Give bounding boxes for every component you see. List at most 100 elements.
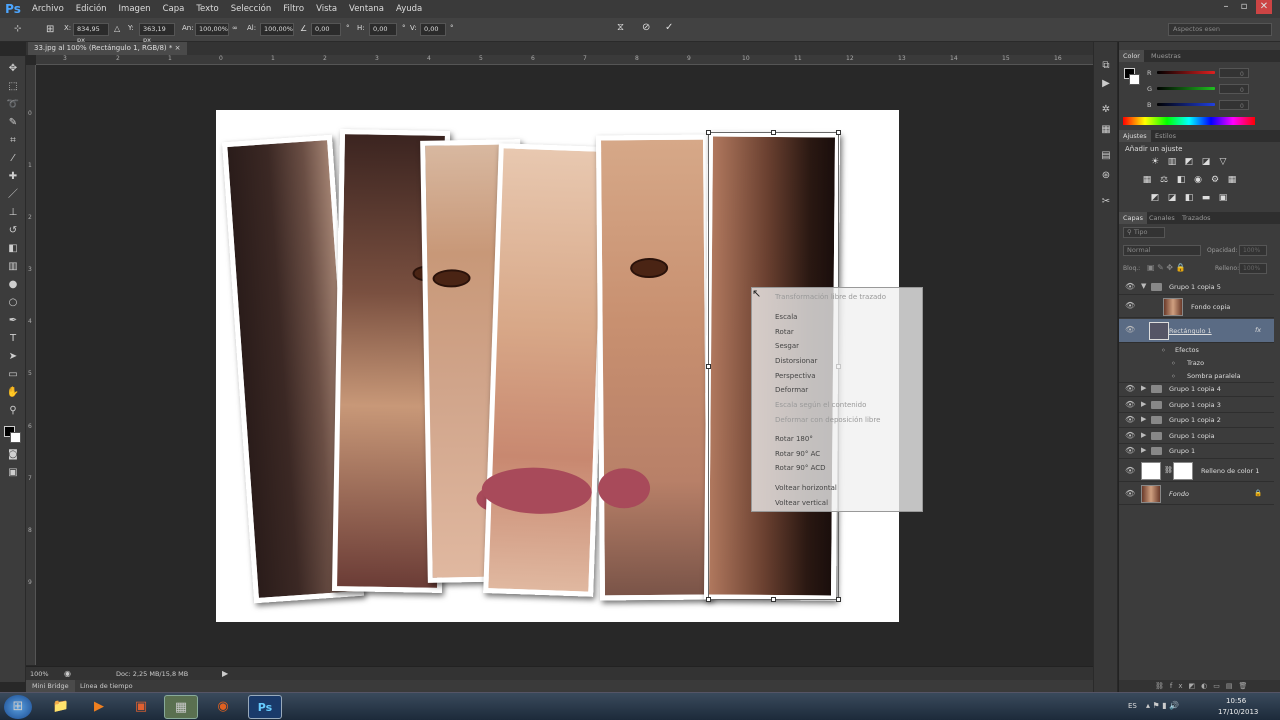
fill-field[interactable]: 100% <box>1239 263 1267 274</box>
layer-row[interactable]: 👁 ▶ Grupo 1 copia 2 <box>1119 413 1274 428</box>
group-collapsed-icon[interactable]: ▶ <box>1141 446 1146 454</box>
quick-mask-icon[interactable]: ◙ <box>5 448 21 462</box>
h-skew-field[interactable]: 0,00 <box>369 23 397 36</box>
app-taskbar-icon[interactable]: ▦ <box>164 695 198 719</box>
group-collapsed-icon[interactable]: ▶ <box>1141 400 1146 408</box>
fx-icon[interactable]: fx <box>1255 326 1261 334</box>
lasso-tool-icon[interactable]: ➰ <box>5 98 21 112</box>
blend-mode-select[interactable]: Normal <box>1123 245 1201 256</box>
height-field[interactable]: 100,00% <box>260 23 294 36</box>
visibility-eye-icon[interactable]: 👁 <box>1125 384 1135 393</box>
effects-row[interactable]: ◦ Efectos <box>1119 344 1274 357</box>
layer-row[interactable]: 👁 Fondo copia <box>1119 296 1274 318</box>
maximize-icon[interactable]: ▫ <box>1236 0 1252 14</box>
menu-edicion[interactable]: Edición <box>70 0 113 18</box>
menu-archivo[interactable]: Archivo <box>26 0 70 18</box>
channel-mixer-icon[interactable]: ⚙ <box>1210 176 1220 185</box>
firefox-taskbar-icon[interactable]: ◉ <box>206 695 240 719</box>
width-field[interactable]: 100,00% <box>195 23 229 36</box>
type-tool-icon[interactable]: T <box>5 332 21 346</box>
hand-tool-icon[interactable]: ✋ <box>5 386 21 400</box>
brush-panel-icon[interactable]: ▤ <box>1098 150 1114 164</box>
photoshop-taskbar-icon[interactable]: Ps <box>248 695 282 719</box>
tab-layers[interactable]: Capas <box>1119 212 1148 224</box>
color-spectrum-bar[interactable] <box>1123 117 1255 125</box>
warp-mode-icon[interactable]: ⧖ <box>617 22 624 33</box>
move-tool-icon[interactable]: ✥ <box>5 62 21 76</box>
invert-icon[interactable]: ◩ <box>1150 194 1160 203</box>
menu-item-rotate-90-cw[interactable]: Rotar 90° AC <box>775 450 820 458</box>
cancel-transform-icon[interactable]: ⊘ <box>642 22 650 33</box>
status-menu-arrow-icon[interactable]: ▶ <box>222 669 228 678</box>
eyedropper-tool-icon[interactable]: ⁄ <box>5 152 21 166</box>
link-icon[interactable]: ∞ <box>232 24 238 32</box>
zoom-tool-icon[interactable]: ⚲ <box>5 404 21 418</box>
dodge-tool-icon[interactable]: ○ <box>5 296 21 310</box>
menu-capa[interactable]: Capa <box>157 0 191 18</box>
gradient-tool-icon[interactable]: ▥ <box>5 260 21 274</box>
layer-row[interactable]: 👁 ▶ Grupo 1 <box>1119 444 1274 459</box>
color-panel-background-swatch[interactable] <box>1129 74 1140 85</box>
color-lookup-icon[interactable]: ▦ <box>1227 176 1237 185</box>
visibility-eye-icon[interactable]: 👁 <box>1125 415 1135 424</box>
reference-point-icon[interactable]: ⊞ <box>46 24 54 35</box>
menu-vista[interactable]: Vista <box>310 0 343 18</box>
photo-strip[interactable] <box>481 143 609 597</box>
app-taskbar-icon[interactable]: ▣ <box>124 695 158 719</box>
pen-tool-icon[interactable]: ✒ <box>5 314 21 328</box>
visibility-eye-icon[interactable]: 👁 <box>1125 446 1135 455</box>
tab-timeline[interactable]: Línea de tiempo <box>74 680 139 692</box>
blur-tool-icon[interactable]: ● <box>5 278 21 292</box>
photo-filter-icon[interactable]: ◉ <box>1193 176 1203 185</box>
marquee-tool-icon[interactable]: ⬚ <box>5 80 21 94</box>
background-color-swatch[interactable] <box>10 432 21 443</box>
effects-eye-icon[interactable]: ◦ <box>1161 346 1166 355</box>
tab-color[interactable]: Color <box>1119 50 1144 62</box>
curves-adjust-icon[interactable]: ◩ <box>1184 158 1194 167</box>
b-slider[interactable] <box>1157 103 1215 106</box>
visibility-eye-icon[interactable]: 👁 <box>1125 431 1135 440</box>
layers-footer-icons[interactable]: ⛓fx◩◐▭▤🗑 <box>1119 680 1280 692</box>
layer-filter-select[interactable]: ⚲ Tipo <box>1123 227 1165 238</box>
menu-item-perspective[interactable]: Perspectiva <box>775 372 816 380</box>
tab-close-icon[interactable]: × <box>175 44 181 52</box>
group-collapsed-icon[interactable]: ▶ <box>1141 431 1146 439</box>
group-expand-icon[interactable]: ▼ <box>1141 282 1146 290</box>
b-value[interactable]: 0 <box>1219 100 1249 110</box>
effect-eye-icon[interactable]: ◦ <box>1171 372 1176 381</box>
clone-stamp-icon[interactable]: ⊥ <box>5 206 21 220</box>
menu-item-distort[interactable]: Distorsionar <box>775 357 817 365</box>
transform-handle[interactable] <box>836 597 841 602</box>
status-info-icon[interactable]: ◉ <box>64 669 71 678</box>
document-tab[interactable]: 33.jpg al 100% (Rectángulo 1, RGB/8) * × <box>28 42 187 55</box>
photo-strip[interactable] <box>595 134 713 601</box>
tab-styles[interactable]: Estilos <box>1151 130 1180 142</box>
r-value[interactable]: 0 <box>1219 68 1249 78</box>
layer-row[interactable]: 👁 ▼ Grupo 1 copia 5 <box>1119 280 1274 295</box>
threshold-icon[interactable]: ◧ <box>1184 194 1194 203</box>
delta-icon[interactable]: △ <box>114 24 120 33</box>
crop-tool-icon[interactable]: ⌗ <box>5 134 21 148</box>
group-collapsed-icon[interactable]: ▶ <box>1141 415 1146 423</box>
lock-options-icon[interactable]: ▣ ✎ ✥ 🔒 <box>1147 263 1186 272</box>
v-skew-field[interactable]: 0,00 <box>420 23 446 36</box>
levels-adjust-icon[interactable]: ▥ <box>1167 158 1177 167</box>
menu-item-rotate[interactable]: Rotar <box>775 328 794 336</box>
healing-brush-icon[interactable]: ✚ <box>5 170 21 184</box>
menu-imagen[interactable]: Imagen <box>113 0 157 18</box>
workspace-selector[interactable]: Aspectos esen <box>1168 23 1272 36</box>
visibility-eye-icon[interactable]: 👁 <box>1125 301 1135 310</box>
color-balance-icon[interactable]: ⚖ <box>1159 176 1169 185</box>
start-button-icon[interactable]: ⊞ <box>4 695 32 719</box>
histogram-panel-icon[interactable]: ▦ <box>1098 124 1114 138</box>
y-field[interactable]: 363,19 px <box>139 23 175 44</box>
transform-handle[interactable] <box>771 597 776 602</box>
transform-handle[interactable] <box>706 130 711 135</box>
menu-ayuda[interactable]: Ayuda <box>390 0 428 18</box>
layer-row[interactable]: 👁 ▶ Grupo 1 copia <box>1119 429 1274 444</box>
menu-item-warp[interactable]: Deformar <box>775 386 808 394</box>
g-slider[interactable] <box>1157 87 1215 90</box>
tab-paths[interactable]: Trazados <box>1178 212 1215 224</box>
hue-adjust-icon[interactable]: ▦ <box>1142 176 1152 185</box>
opacity-field[interactable]: 100% <box>1239 245 1267 256</box>
